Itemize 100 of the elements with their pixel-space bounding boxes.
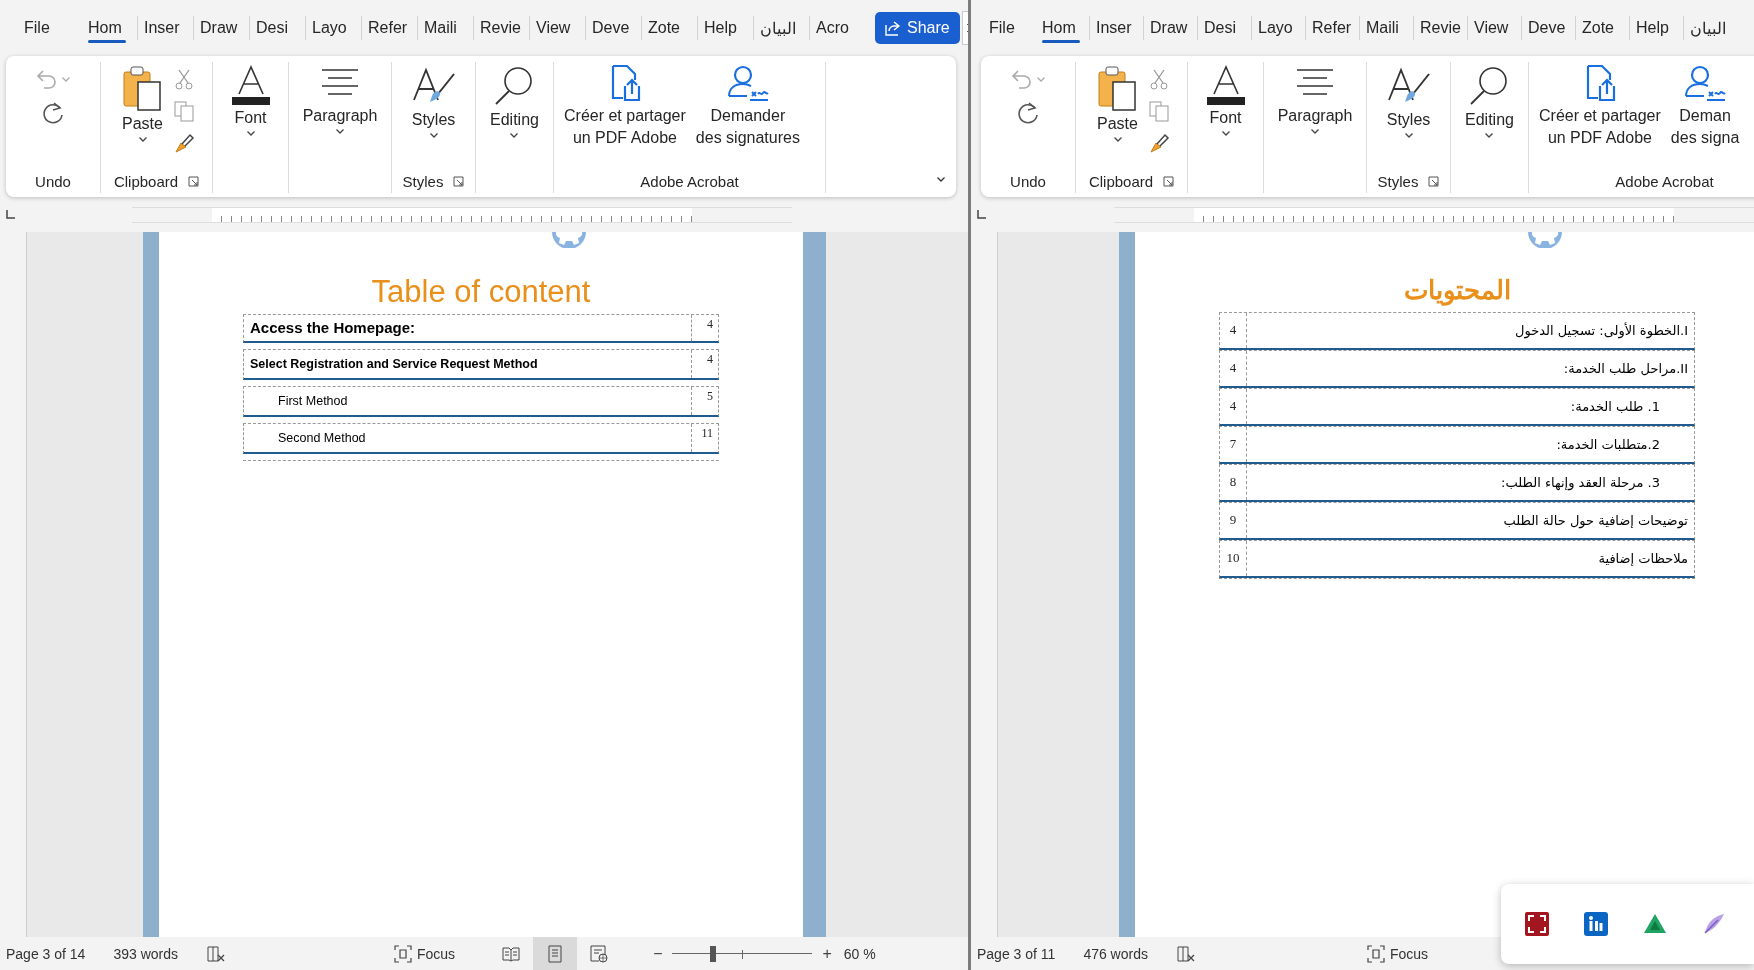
styles-button[interactable]: Styles [1382,64,1435,139]
paragraph-button[interactable]: Paragraph [300,64,380,135]
toc-entry[interactable]: Second Method [244,424,691,452]
ribbon-tab[interactable]: Help [1630,13,1683,43]
scissors-icon[interactable] [1149,68,1168,90]
group-label: Adobe Acrobat [640,172,739,190]
page-count[interactable]: Page 3 of 14 [6,945,86,962]
zoom-level[interactable]: 60 % [843,945,876,962]
caret-icon [1112,136,1123,143]
group-label: Adobe Acrobat [1615,172,1714,190]
ribbon-tab[interactable]: Deve [586,13,641,43]
page-icon [548,944,563,963]
ribbon-tab[interactable]: Hom [1036,13,1089,43]
toc-entry[interactable]: 2.متطلبات الخدمة: [1247,433,1694,456]
font-button[interactable]: Font [1201,64,1250,137]
zoom-in-button[interactable]: + [818,944,836,963]
toc-entry[interactable]: 1. طلب الخدمة: [1247,395,1694,418]
dialog-launcher-icon[interactable] [1428,175,1440,187]
caret-icon [1310,128,1320,135]
ribbon-tab[interactable]: Maili [1360,13,1413,43]
focus-icon [1366,944,1385,963]
ribbon-tab[interactable]: View [530,13,585,43]
ribbon-tab[interactable]: Desi [250,13,305,43]
ribbon-tab[interactable]: Draw [194,13,249,43]
editing-button[interactable]: Editing [488,64,541,139]
ribbon-tab[interactable]: Draw [1144,13,1197,43]
ribbon-tab[interactable]: Layo [306,13,361,43]
ribbon-tab[interactable]: Refer [362,13,417,43]
repeat-icon[interactable] [40,100,66,126]
toc-entry[interactable]: توضيحات إضافية حول حالة الطلب [1247,509,1694,532]
page-number: 5 [691,387,718,415]
proofing-icon[interactable] [1175,944,1196,963]
format-painter-icon[interactable] [172,132,195,154]
acrobat-button[interactable]: Créer et partager un PDF Adobe [562,64,688,149]
page-count[interactable]: Page 3 of 11 [977,945,1056,962]
dialog-launcher-icon[interactable] [188,175,200,187]
styles-button[interactable]: Styles [407,64,460,139]
caret-icon[interactable] [936,176,946,183]
ribbon-tab[interactable]: File [983,13,1036,43]
font-button[interactable]: Font [226,64,275,137]
toc-entry[interactable]: II.مراحل طلب الخدمة: [1247,357,1694,380]
paragraph-button[interactable]: Paragraph [1275,64,1355,135]
ribbon-tab[interactable]: Hom [82,13,137,43]
focus-button[interactable]: Focus [1360,943,1435,964]
ribbon-tab[interactable]: Revie [474,13,529,43]
app-icon[interactable] [1584,912,1608,936]
ribbon-tab[interactable]: Revie [1414,13,1467,43]
web-page-icon [590,944,609,963]
acrobat-button[interactable]: Demander des signatures [693,64,802,149]
page-number: 11 [691,424,718,452]
toc-entry[interactable]: Select Registration and Service Request Method [244,350,691,378]
paste-button[interactable]: Paste [118,64,167,143]
editing-button[interactable]: Editing [1463,64,1516,139]
dialog-launcher-icon[interactable] [1163,175,1175,187]
toc-entry[interactable]: 3. مرحلة العقد وإنهاء الطلب: [1247,471,1694,494]
ribbon-tab[interactable]: Deve [1522,13,1575,43]
caret-icon [1403,132,1414,139]
ribbon-tab[interactable]: البيان [1684,12,1737,44]
ribbon-tab[interactable]: Desi [1198,13,1251,43]
acrobat-button[interactable]: Créer et partager un PDF Adobe [1537,64,1663,149]
scissors-icon[interactable] [174,68,193,90]
ribbon-tab[interactable]: Inser [138,13,193,43]
ruler[interactable] [1114,206,1754,223]
word-count[interactable]: 476 words [1083,945,1148,962]
ribbon-tab[interactable]: Refer [1306,13,1359,43]
ribbon-tab[interactable]: File [18,13,82,43]
ribbon-tab[interactable]: البيان [754,12,809,44]
tab-selector-icon[interactable] [6,210,15,219]
ribbon-tab[interactable]: Help [698,13,753,43]
page-number: 10 [1220,541,1247,576]
dialog-launcher-icon[interactable] [453,175,465,187]
share-button[interactable]: Share [875,12,960,44]
toc-entry[interactable]: First Method [244,387,691,415]
repeat-icon[interactable] [1015,100,1041,126]
feather-icon[interactable] [1702,912,1726,936]
toc-entry[interactable]: Access the Homepage: [244,315,691,340]
focus-button[interactable]: Focus [388,943,462,964]
print-view-button[interactable] [533,937,578,970]
ribbon-tab[interactable]: Maili [418,13,473,43]
caret-icon [1220,130,1231,137]
word-count[interactable]: 393 words [113,945,178,962]
caret-icon [61,75,71,83]
format-painter-icon[interactable] [1147,132,1170,154]
toc-entry[interactable]: I.الخطوة الأولى: تسجيل الدخول [1247,319,1694,342]
page-number: 4 [1220,351,1247,386]
paste-button[interactable]: Paste [1093,64,1142,143]
toc-entry[interactable]: ملاحظات إضافية [1247,547,1694,570]
acrobat-button[interactable]: Deman des signa [1668,64,1742,149]
ribbon-tab[interactable]: View [1468,13,1521,43]
tab-selector-icon[interactable] [977,210,986,219]
ribbon-tab[interactable]: Layo [1252,13,1305,43]
ribbon-tab[interactable]: Zote [1576,13,1629,43]
slider-thumb[interactable] [710,945,717,962]
frame-icon[interactable] [1525,912,1549,936]
ribbon-tab[interactable]: Zote [642,13,697,43]
zoom-out-button[interactable]: − [649,944,667,963]
triangle-icon[interactable] [1643,913,1667,935]
ribbon-tab[interactable]: Acro [810,13,865,43]
proofing-icon[interactable] [206,944,226,963]
ribbon-tab[interactable]: Inser [1090,13,1143,43]
